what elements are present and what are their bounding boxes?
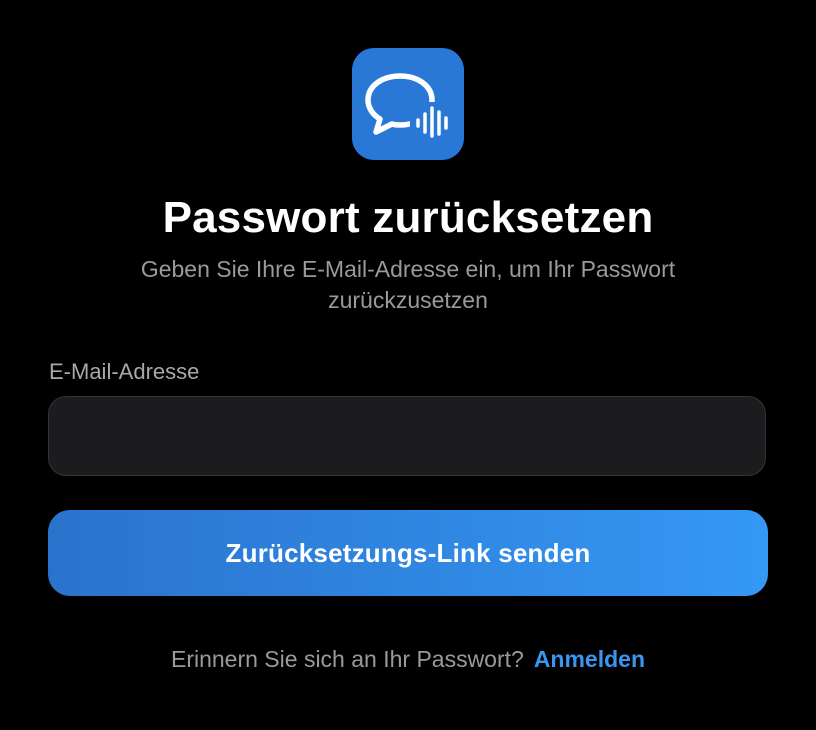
chat-bubble-soundwave-icon	[365, 73, 450, 138]
send-reset-link-button[interactable]: Zurücksetzungs-Link senden	[48, 510, 768, 596]
sign-in-prompt-text: Erinnern Sie sich an Ihr Passwort?	[170, 646, 524, 672]
email-field[interactable]	[48, 396, 766, 476]
sign-in-prompt: Erinnern Sie sich an Ihr Passwort? Anmeld…	[0, 643, 816, 675]
page-title: Passwort zurücksetzen	[162, 193, 654, 242]
sign-in-link[interactable]: Anmelden	[534, 646, 645, 672]
password-reset-screen: Passwort zurücksetzen Geben Sie Ihre E-M…	[0, 0, 816, 730]
app-logo-icon	[352, 48, 464, 160]
page-subtitle: Geben Sie Ihre E-Mail-Adresse ein, um Ih…	[140, 256, 676, 313]
email-field-label: E-Mail-Adresse	[49, 359, 200, 384]
